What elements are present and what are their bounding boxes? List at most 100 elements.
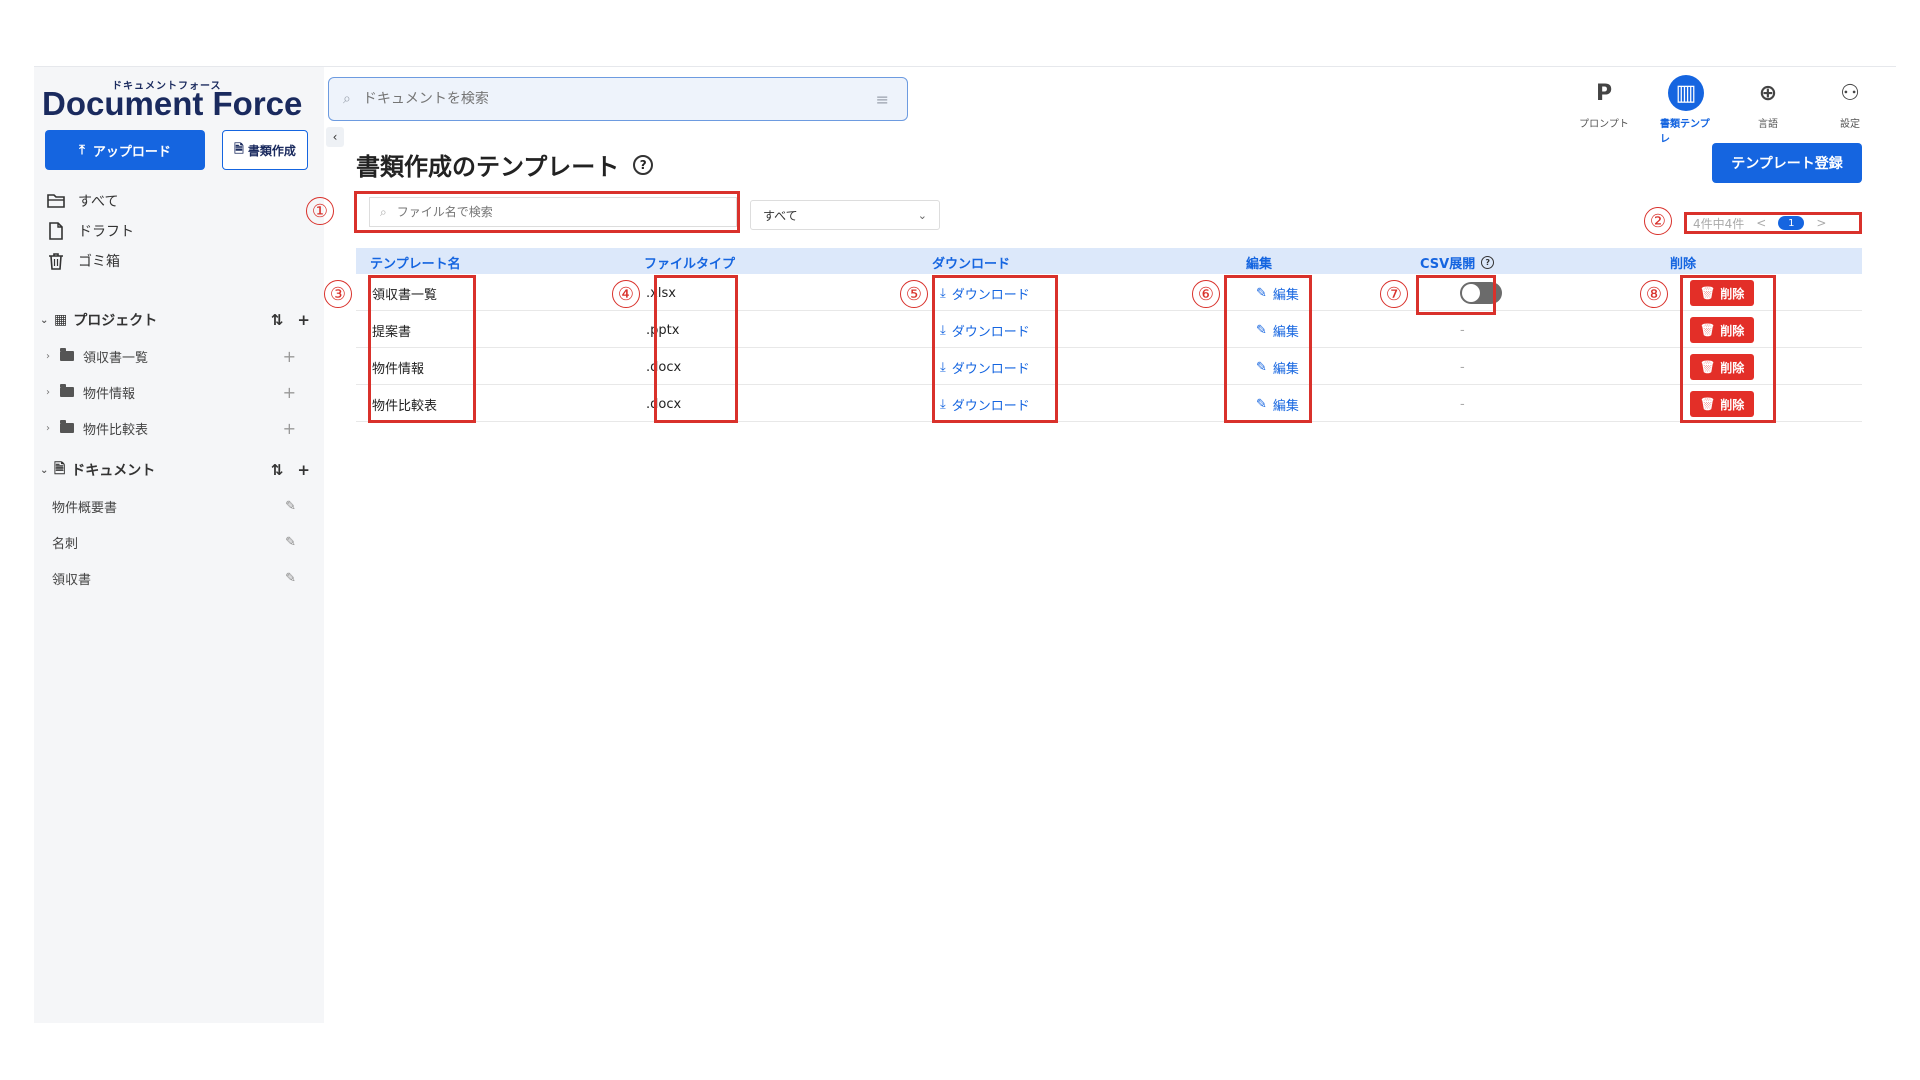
chevron-right-icon: › xyxy=(46,386,50,398)
edit-link[interactable]: ✎ 編集 xyxy=(1256,395,1299,414)
csv-toggle[interactable] xyxy=(1460,282,1502,304)
column-header-csv: CSV展開 ? xyxy=(1420,253,1495,272)
project-item[interactable]: › 物件情報 + xyxy=(46,381,308,403)
create-document-label: 書類作成 xyxy=(247,143,296,158)
chevron-left-icon: ‹ xyxy=(332,130,338,144)
chevron-down-icon: ⌄ xyxy=(40,464,49,476)
sidebar-item-trash[interactable]: ゴミ箱 xyxy=(46,249,120,273)
download-label: ダウンロード xyxy=(951,324,1030,340)
add-icon[interactable]: + xyxy=(283,383,296,402)
document-search-input[interactable] xyxy=(362,91,843,107)
logo-text: Document Force xyxy=(42,85,303,122)
add-icon[interactable]: + xyxy=(283,347,296,366)
document-item[interactable]: 物件概要書 ✎ xyxy=(52,495,308,517)
projects-section-header[interactable]: ⌄ ▦ プロジェクト ⇅ + xyxy=(40,309,310,331)
delete-button[interactable]: 🗑 削除 xyxy=(1690,317,1755,343)
pagination-prev[interactable]: < xyxy=(1756,216,1766,230)
document-search[interactable]: ⌕ ≡ xyxy=(328,77,908,121)
delete-button[interactable]: 🗑 削除 xyxy=(1690,280,1755,306)
pencil-icon[interactable]: ✎ xyxy=(285,535,296,550)
upload-button[interactable]: ⤒ アップロード xyxy=(45,130,205,170)
pencil-icon: ✎ xyxy=(1256,359,1267,375)
edit-label: 編集 xyxy=(1272,361,1299,377)
annotation-marker: ⑧ xyxy=(1640,280,1668,308)
trash-icon: 🗑 xyxy=(1700,360,1716,374)
csv-empty: - xyxy=(1460,322,1465,338)
sidebar-item-all[interactable]: すべて xyxy=(46,189,118,213)
pencil-icon[interactable]: ✎ xyxy=(285,571,296,586)
folder-icon xyxy=(60,348,74,361)
edit-link[interactable]: ✎ 編集 xyxy=(1256,321,1299,340)
annotation-marker: ① xyxy=(306,197,334,225)
page-title-text: 書類作成のテンプレート xyxy=(356,153,620,181)
pencil-icon: ✎ xyxy=(1256,396,1267,412)
annotation-marker: ⑤ xyxy=(900,280,928,308)
project-item[interactable]: › 領収書一覧 + xyxy=(46,345,308,367)
app-logo[interactable]: ドキュメントフォース Document Force xyxy=(40,77,310,123)
download-link[interactable]: ⤓ ダウンロード xyxy=(940,358,1030,377)
documents-section-header[interactable]: ⌄ 🗎 ドキュメント ⇅ + xyxy=(40,459,310,481)
delete-label: 削除 xyxy=(1720,397,1745,412)
prompt-icon: P xyxy=(1595,80,1613,106)
add-document-icon[interactable]: + xyxy=(297,461,310,479)
header-item-prompt[interactable]: P プロンプト xyxy=(1578,75,1630,145)
file-search-input[interactable] xyxy=(396,205,697,219)
download-link[interactable]: ⤓ ダウンロード xyxy=(940,321,1030,340)
register-template-button[interactable]: テンプレート登録 xyxy=(1712,143,1862,183)
pencil-icon: ✎ xyxy=(1256,322,1267,338)
create-document-button[interactable]: 🗎 書類作成 xyxy=(222,130,308,170)
download-link[interactable]: ⤓ ダウンロード xyxy=(940,284,1030,303)
file-type-filter[interactable]: すべて ⌄ xyxy=(750,200,940,230)
annotation-marker: ⑥ xyxy=(1192,280,1220,308)
project-label: 物件情報 xyxy=(83,386,136,402)
sidebar-collapse-button[interactable]: ‹ xyxy=(326,127,344,147)
sidebar-item-label: すべて xyxy=(78,194,119,210)
annotation-marker: ③ xyxy=(324,280,352,308)
header-item-template[interactable]: ▥ 書類テンプレ xyxy=(1660,75,1712,145)
help-icon[interactable]: ? xyxy=(633,154,654,175)
column-header-csv-label: CSV展開 xyxy=(1420,257,1476,272)
help-icon[interactable]: ? xyxy=(1481,256,1495,269)
sidebar-item-label: ゴミ箱 xyxy=(78,254,120,270)
column-header-name: テンプレート名 xyxy=(370,257,461,272)
sort-icon[interactable]: ⇅ xyxy=(271,311,284,329)
trash-icon: 🗑 xyxy=(1700,323,1716,337)
column-header-delete: 削除 xyxy=(1670,257,1697,272)
project-item[interactable]: › 物件比較表 + xyxy=(46,417,308,439)
download-label: ダウンロード xyxy=(951,361,1030,377)
header-item-language[interactable]: ⊕ 言語 xyxy=(1742,75,1794,145)
document-item[interactable]: 名刺 ✎ xyxy=(52,531,308,553)
table-header: テンプレート名 ファイルタイプ ダウンロード 編集 CSV展開 ? 削除 xyxy=(356,248,1862,274)
user-icon: ⚇ xyxy=(1840,80,1860,106)
table-row: 領収書一覧 .xlsx ⤓ ダウンロード ✎ 編集 🗑 削除 xyxy=(356,275,1862,311)
add-icon[interactable]: + xyxy=(283,419,296,438)
sidebar-item-draft[interactable]: ドラフト xyxy=(46,219,134,243)
pagination-current[interactable]: 1 xyxy=(1778,216,1805,230)
delete-button[interactable]: 🗑 削除 xyxy=(1690,354,1755,380)
sidebar: ドキュメントフォース Document Force ⤒ アップロード 🗎 書類作… xyxy=(34,67,324,1023)
pencil-icon[interactable]: ✎ xyxy=(285,499,296,514)
header-item-settings[interactable]: ⚇ 設定 xyxy=(1824,75,1876,145)
document-label: 名刺 xyxy=(52,536,79,552)
template-name: 提案書 xyxy=(372,324,412,340)
add-project-icon[interactable]: + xyxy=(297,311,310,329)
download-icon: ⤓ xyxy=(940,359,946,375)
delete-label: 削除 xyxy=(1720,323,1745,338)
file-type: .docx xyxy=(646,396,682,412)
chevron-down-icon: ⌄ xyxy=(40,314,49,326)
file-search-field[interactable]: ⌕ xyxy=(369,197,737,227)
pagination-next[interactable]: > xyxy=(1816,216,1826,230)
menu-icon[interactable]: ≡ xyxy=(876,90,889,109)
delete-button[interactable]: 🗑 削除 xyxy=(1690,391,1755,417)
delete-label: 削除 xyxy=(1720,286,1745,301)
header-item-label: 設定 xyxy=(1840,119,1860,130)
download-link[interactable]: ⤓ ダウンロード xyxy=(940,395,1030,414)
document-item[interactable]: 領収書 ✎ xyxy=(52,567,308,589)
file-type: .pptx xyxy=(646,322,680,338)
sidebar-item-label: ドラフト xyxy=(78,224,134,240)
edit-link[interactable]: ✎ 編集 xyxy=(1256,284,1299,303)
csv-empty: - xyxy=(1460,396,1465,412)
sort-icon[interactable]: ⇅ xyxy=(271,461,284,479)
edit-link[interactable]: ✎ 編集 xyxy=(1256,358,1299,377)
file-search-box: ⌕ xyxy=(354,191,740,233)
